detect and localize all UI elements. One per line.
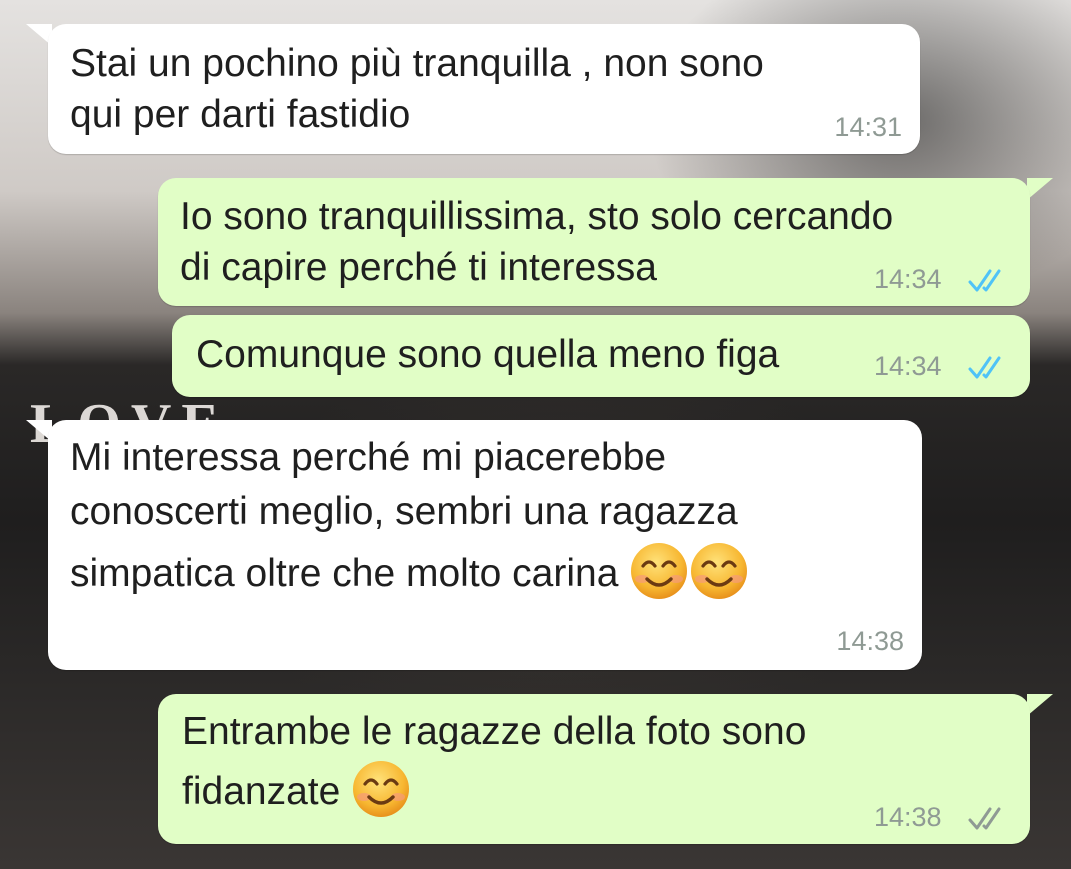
message-text-line: qui per darti fastidio (70, 93, 411, 136)
message-bubble-incoming[interactable]: Stai un pochino più tranquilla , non son… (48, 24, 920, 154)
message-text-line: simpatica oltre che molto carina (70, 552, 619, 595)
message-bubble-outgoing[interactable]: Entrambe le ragazze della foto sono fida… (158, 694, 1030, 844)
smiling-face-icon (631, 542, 688, 599)
message-bubble-incoming[interactable]: Mi interessa perché mi piacerebbe conosc… (48, 420, 922, 670)
smiling-face-icon (691, 542, 748, 599)
message-text-line: Io sono tranquillissima, sto solo cercan… (180, 195, 894, 238)
message-text-line: Mi interessa perché mi piacerebbe (70, 436, 667, 479)
message-text-line: Entrambe le ragazze della foto sono (182, 710, 807, 753)
smiling-face-icon (353, 760, 410, 817)
message-bubble-outgoing[interactable]: Comunque sono quella meno figa 14:34 (172, 315, 1030, 397)
message-timestamp: 14:34 (874, 351, 942, 381)
message-timestamp: 14:38 (836, 626, 904, 656)
message-text-line: conoscerti meglio, sembri una ragazza (70, 490, 738, 533)
message-timestamp: 14:31 (834, 112, 902, 142)
read-receipt-icon (968, 356, 1001, 379)
message-text-line: di capire perché ti interessa (180, 246, 657, 289)
message-text-line-with-emoji: fidanzate (182, 760, 411, 819)
outgoing-bubble-tail (1027, 694, 1053, 716)
message-text-line: Stai un pochino più tranquilla , non son… (70, 42, 764, 85)
message-text-line: fidanzate (182, 770, 341, 813)
message-bubble-outgoing[interactable]: Io sono tranquillissima, sto solo cercan… (158, 178, 1030, 306)
delivered-receipt-icon (968, 807, 1001, 830)
read-receipt-icon (968, 269, 1001, 292)
outgoing-bubble-tail (1027, 178, 1053, 200)
message-text-line: Comunque sono quella meno figa (196, 333, 780, 376)
message-timestamp: 14:38 (874, 802, 942, 832)
message-text-line-with-emoji: simpatica oltre che molto carina (70, 542, 749, 601)
message-timestamp: 14:34 (874, 264, 942, 294)
